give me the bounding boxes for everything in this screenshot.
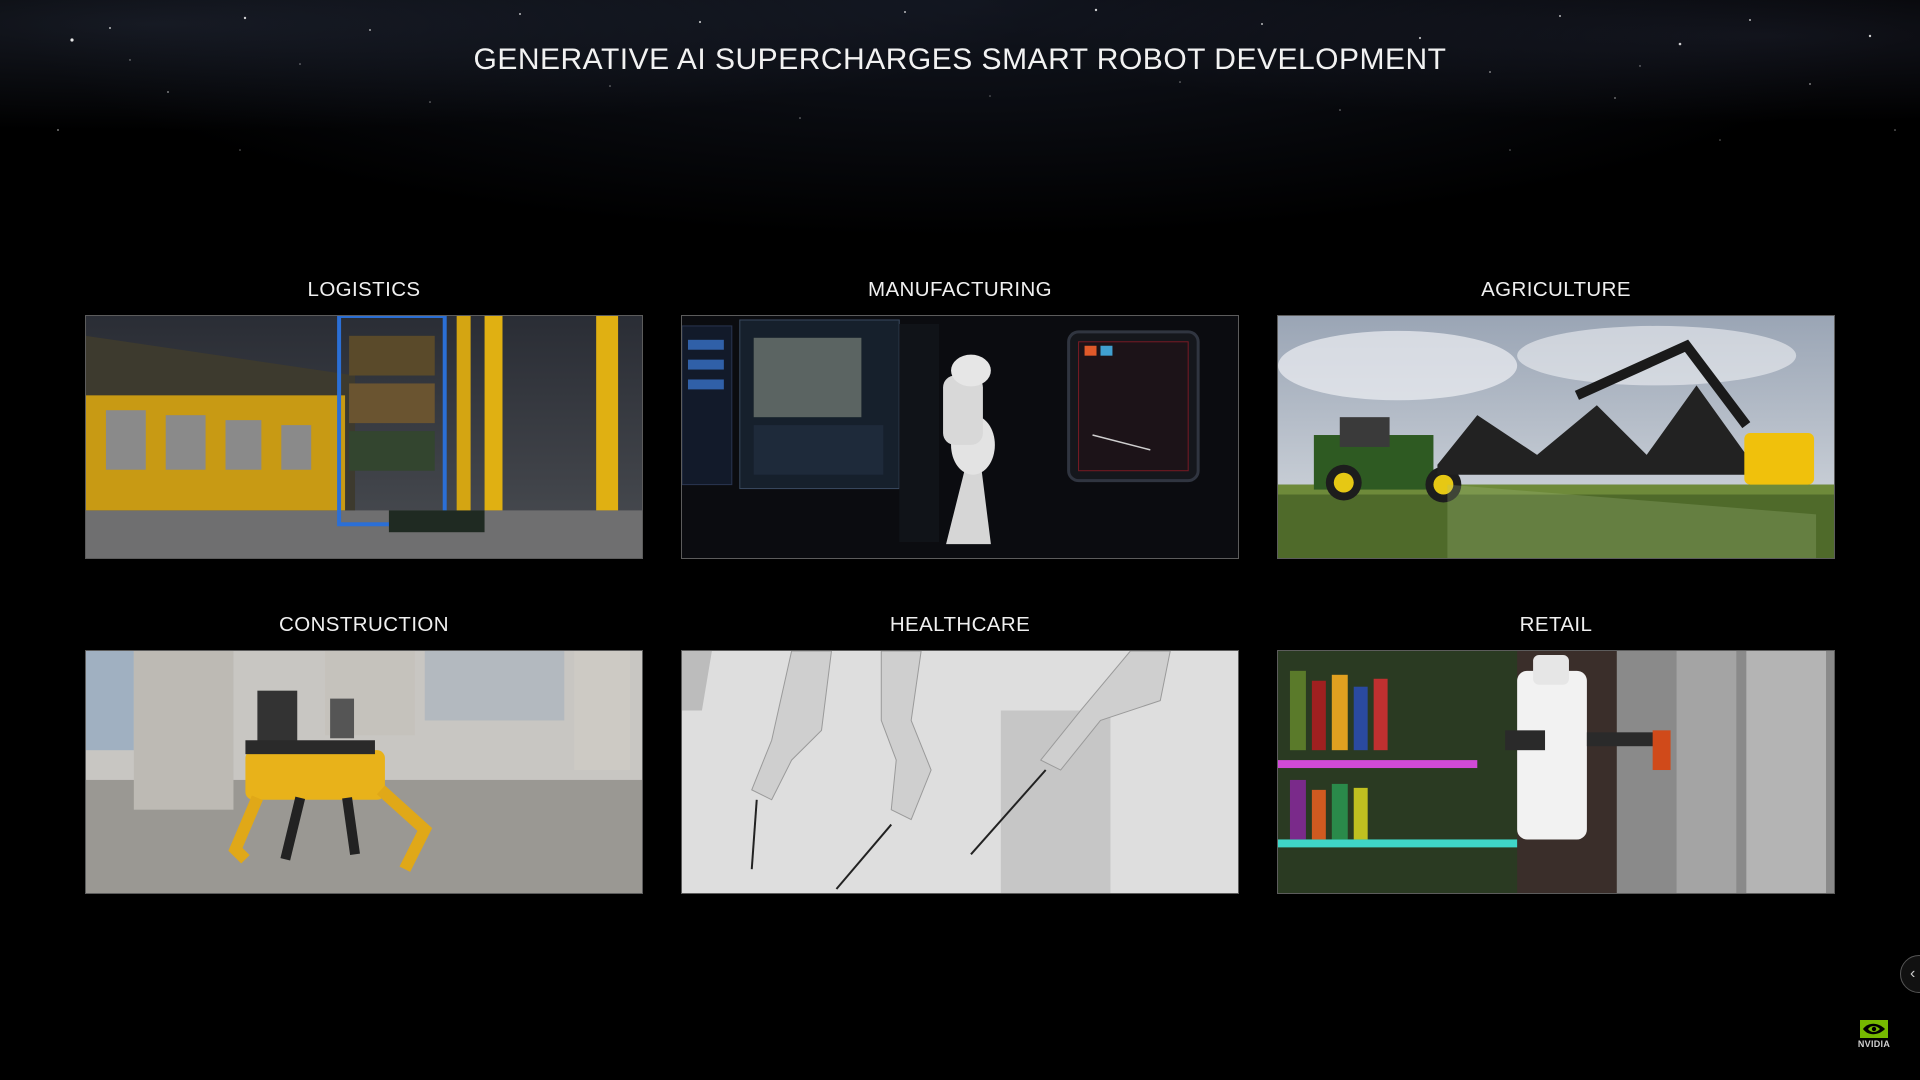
card-retail: RETAIL (1277, 610, 1835, 894)
warehouse-robot-image (85, 315, 643, 559)
nvidia-eye-icon (1860, 1020, 1888, 1038)
chevron-left-icon: ‹ (1910, 965, 1916, 982)
card-label: CONSTRUCTION (279, 613, 449, 636)
quadruped-robot-image (85, 650, 643, 894)
card-label: AGRICULTURE (1481, 278, 1631, 301)
previous-slide-button[interactable]: ‹ (1900, 955, 1920, 993)
robot-arm-image (681, 315, 1239, 559)
card-label: LOGISTICS (307, 278, 421, 301)
card-label: MANUFACTURING (867, 278, 1052, 301)
surgical-robot-image (681, 650, 1239, 894)
retail-robot-image (1277, 650, 1835, 894)
card-logistics: LOGISTICS (85, 275, 643, 559)
card-manufacturing: MANUFACTURING (681, 275, 1239, 559)
card-agriculture: AGRICULTURE (1277, 275, 1835, 559)
card-healthcare: HEALTHCARE (681, 610, 1239, 894)
card-label: HEALTHCARE (889, 613, 1031, 636)
card-construction: CONSTRUCTION (85, 610, 643, 894)
card-label: RETAIL (1519, 613, 1593, 636)
starfield-background (0, 0, 1920, 240)
crop-sprayer-image (1277, 315, 1835, 559)
slide-title: GENERATIVE AI SUPERCHARGES SMART ROBOT D… (473, 43, 1447, 76)
nvidia-logo-text: NVIDIA (1857, 1039, 1891, 1049)
nvidia-logo: NVIDIA (1852, 1020, 1896, 1049)
